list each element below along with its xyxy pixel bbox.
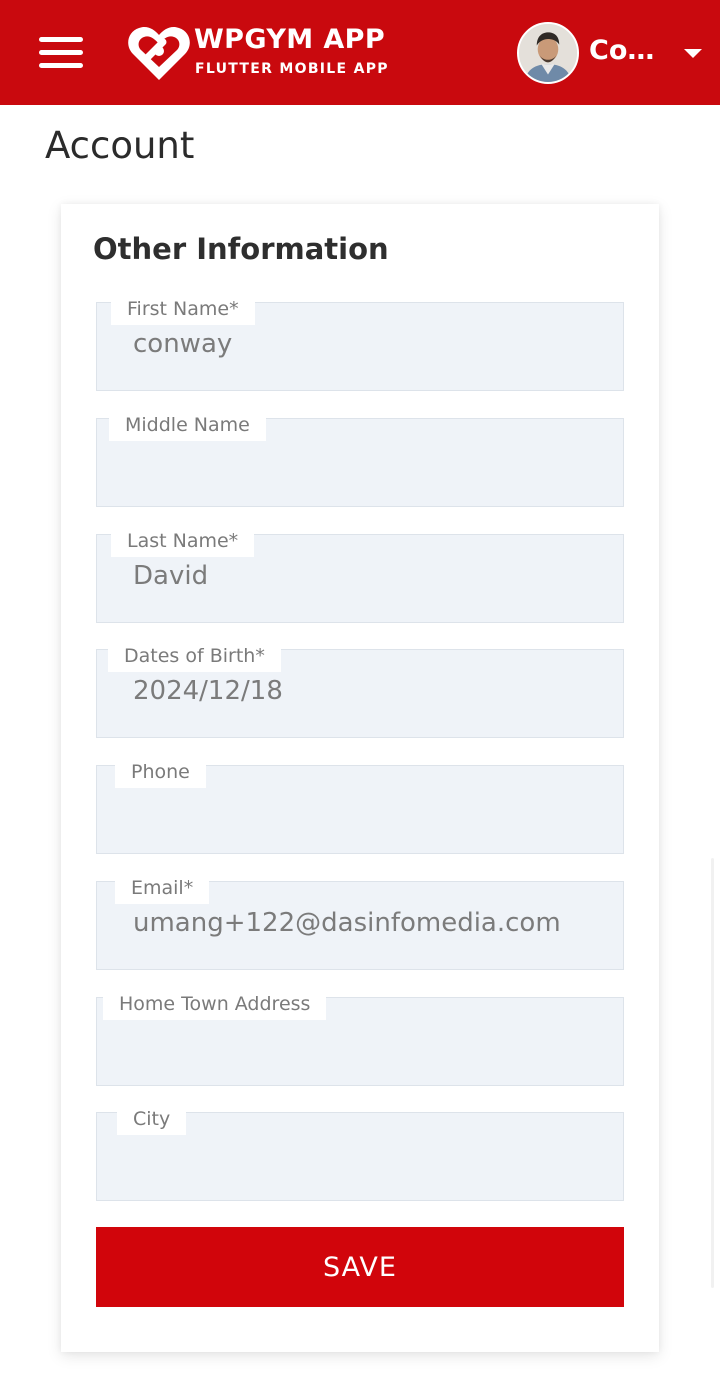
date-of-birth-field[interactable]: Dates of Birth* 2024/12/18 [96, 642, 624, 738]
hamburger-icon-line [39, 49, 83, 55]
brand-subtitle: FLUTTER MOBILE APP [195, 61, 389, 77]
home-town-address-field[interactable]: Home Town Address [96, 990, 624, 1086]
scrollbar[interactable] [711, 858, 714, 1288]
field-value[interactable]: 2024/12/18 [133, 676, 283, 706]
email-field[interactable]: Email* umang+122@dasinfomedia.com [96, 874, 624, 970]
phone-field[interactable]: Phone [96, 758, 624, 854]
field-label: City [117, 1105, 187, 1135]
middle-name-field[interactable]: Middle Name [96, 411, 624, 507]
last-name-field[interactable]: Last Name* David [96, 527, 624, 623]
account-screen: WPGYM APP FLUTTER MOBILE APP Con... Acco… [0, 0, 720, 1399]
page-title: Account [45, 124, 195, 167]
first-name-field[interactable]: First Name* conway [96, 295, 624, 391]
menu-button[interactable] [28, 26, 94, 78]
field-label: First Name* [111, 295, 255, 325]
avatar[interactable] [517, 22, 579, 84]
heart-logo-icon [128, 26, 190, 80]
field-value[interactable]: umang+122@dasinfomedia.com [133, 908, 561, 938]
field-value[interactable]: David [133, 561, 208, 591]
brand-title: WPGYM APP [194, 24, 386, 55]
other-information-card: Other Information First Name* conway Mid… [61, 204, 659, 1352]
user-name[interactable]: Con... [589, 35, 673, 66]
caret-down-icon[interactable] [684, 49, 702, 58]
field-label: Last Name* [111, 527, 255, 557]
save-button[interactable]: SAVE [96, 1227, 624, 1307]
field-label: Middle Name [109, 411, 266, 441]
field-label: Email* [115, 874, 210, 904]
field-value[interactable]: conway [133, 329, 232, 359]
user-photo-icon [519, 24, 577, 82]
brand-logo: WPGYM APP FLUTTER MOBILE APP [127, 20, 397, 84]
save-button-label: SAVE [323, 1251, 397, 1283]
hamburger-icon-line [39, 62, 83, 68]
app-bar: WPGYM APP FLUTTER MOBILE APP Con... [0, 0, 720, 105]
field-label: Home Town Address [103, 990, 327, 1020]
user-menu[interactable]: Con... [517, 22, 712, 84]
city-field[interactable]: City [96, 1105, 624, 1201]
field-label: Dates of Birth* [108, 642, 281, 672]
field-label: Phone [115, 758, 206, 788]
hamburger-icon-line [39, 36, 83, 42]
section-title: Other Information [93, 232, 389, 266]
